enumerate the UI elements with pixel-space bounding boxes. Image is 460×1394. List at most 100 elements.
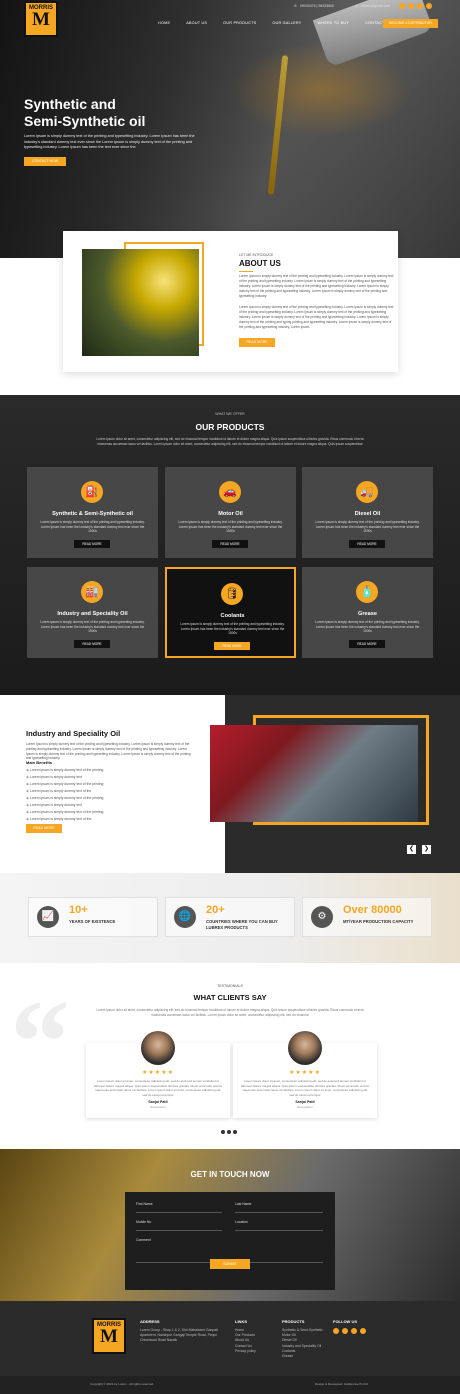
car-icon: 🚗: [219, 481, 241, 503]
testimonial-text: Lorem ipsum dolor sit amet, consectetur …: [241, 1079, 369, 1097]
nav-about-us[interactable]: ABOUT US: [186, 21, 207, 29]
truck-icon: 🚚: [356, 481, 378, 503]
slider-next-arrow-icon[interactable]: ❯: [422, 845, 431, 854]
benefit-item: Lorem ipsum is simply dummy text of the …: [26, 809, 196, 816]
mobile-field[interactable]: [136, 1230, 222, 1231]
products-title: PRODUCTS: [282, 1319, 305, 1324]
stat-label: MT/YEAR PRODUCTION CAPACITY: [343, 919, 414, 924]
contact-form: First Name Last Name Mobile No Location …: [125, 1192, 335, 1290]
products-kicker: WHAT WE OFFER: [215, 412, 245, 416]
product-card-industry-oil[interactable]: 🏭 Industry and Speciality Oil Lorem ipsu…: [27, 567, 158, 658]
twitter-icon[interactable]: [408, 3, 414, 9]
stat-years: 📈 10+ YEARS OF EXISTENCE: [28, 897, 158, 937]
facebook-icon[interactable]: [333, 1328, 339, 1334]
email-icon: ✉: [355, 4, 358, 8]
youtube-icon[interactable]: [426, 3, 432, 9]
nav-where-to-buy[interactable]: WHERE TO BUY: [318, 21, 350, 29]
contact-now-button[interactable]: CONTACT NOW: [24, 157, 66, 166]
last-name-label: Last Name: [235, 1202, 252, 1206]
product-read-more-button[interactable]: READ MORE: [214, 642, 250, 650]
product-card-motor-oil[interactable]: 🚗 Motor Oil Lorem ipsum is simply dummy …: [165, 467, 296, 558]
product-title: Industry and Speciality Oil: [57, 611, 128, 617]
oil-can-icon: ⛽: [81, 481, 103, 503]
nav-our-products[interactable]: OUR PRODUCTS: [223, 21, 256, 29]
hero-title: Synthetic and Semi-Synthetic oil: [24, 96, 146, 129]
footer-link[interactable]: Privacy policy: [235, 1349, 256, 1354]
product-read-more-button[interactable]: READ MORE: [74, 640, 110, 648]
footer-logo[interactable]: MORRIS M: [92, 1318, 126, 1354]
credit-text[interactable]: Design & Developed: Goldenrise Pvt ltd: [315, 1382, 368, 1386]
testimonials-title: WHAT CLIENTS SAY: [193, 993, 267, 1002]
benefit-item: Lorem ipsum is simply dummy text of the …: [26, 781, 196, 788]
testimonial-name: Sanjai Patil: [295, 1100, 315, 1104]
title-underline: [239, 271, 253, 272]
about-paragraph-2: Lorem Ipsum is simply dummy text of the …: [239, 305, 394, 329]
product-read-more-button[interactable]: READ MORE: [212, 540, 248, 548]
footer-product-link[interactable]: Grease: [282, 1354, 323, 1359]
growth-person-icon: 📈: [37, 906, 59, 928]
testimonials-section: “ TESTIMONIALS WHAT CLIENTS SAY Lorem ip…: [0, 963, 460, 1149]
about-oil-image: [82, 249, 199, 356]
hero-section: MORRIS M ✆ 09033475 | 98333600 ✉ morris@…: [0, 0, 460, 258]
instagram-icon[interactable]: [417, 3, 423, 9]
first-name-field[interactable]: [136, 1212, 222, 1213]
carousel-dot[interactable]: [221, 1130, 225, 1134]
top-navigation-bar: MORRIS M ✆ 09033475 | 98333600 ✉ morris@…: [0, 0, 460, 37]
twitter-icon[interactable]: [342, 1328, 348, 1334]
benefit-item: Lorem ipsum is simply dummy text of the …: [26, 767, 196, 774]
avatar: [288, 1031, 322, 1065]
speciality-oil-image: [210, 725, 418, 822]
benefits-list: Lorem ipsum is simply dummy text of the …: [26, 767, 196, 823]
benefit-item: Lorem ipsum is simply dummy text: [26, 774, 196, 781]
rating-stars-icon: ★★★★★: [142, 1070, 174, 1076]
address-text: Lorem Group - Shop 1 & 2, Shri Mahalaxmi…: [140, 1328, 218, 1343]
location-field[interactable]: [235, 1230, 323, 1231]
location-label: Location: [235, 1220, 248, 1224]
testimonials-kicker: TESTIMONIALS: [217, 984, 243, 988]
benefits-title: Main Benefits: [26, 760, 53, 765]
stat-label: YEARS OF EXISTENCE: [69, 919, 116, 924]
carousel-dot-active[interactable]: [233, 1130, 237, 1134]
product-read-more-button[interactable]: READ MORE: [349, 540, 385, 548]
product-card-diesel-oil[interactable]: 🚚 Diesel Oil Lorem ipsum is simply dummy…: [302, 467, 433, 558]
logo[interactable]: MORRIS M: [24, 1, 58, 37]
email-address: morris@gmail.com: [361, 4, 391, 8]
links-title: LINKS: [235, 1319, 247, 1324]
slider-prev-arrow-icon[interactable]: ❮: [407, 845, 416, 854]
products-intro: Lorem ipsum dolor sit amet, consectetur …: [96, 437, 364, 446]
speciality-read-more-button[interactable]: READ MORE: [26, 824, 62, 833]
bottle-icon: 🧴: [356, 581, 378, 603]
product-card-coolants[interactable]: 🛢 Coolants Lorem ipsum is simply dummy t…: [165, 567, 296, 658]
testimonial-name: Sanjai Patil: [148, 1100, 168, 1104]
product-read-more-button[interactable]: READ MORE: [74, 540, 110, 548]
rating-stars-icon: ★★★★★: [289, 1070, 321, 1076]
speciality-text: Lorem Ipsum is simply dummy text of the …: [26, 742, 191, 761]
product-title: Synthetic & Semi-Synthetic oil: [52, 511, 133, 517]
last-name-field[interactable]: [235, 1212, 323, 1213]
product-read-more-button[interactable]: READ MORE: [349, 640, 385, 648]
stat-label: COUNTRIES WHERE YOU CAN BUY LUBREX PRODU…: [206, 919, 278, 930]
become-distributor-button[interactable]: BECOME A DISTRIBUTOR: [383, 19, 438, 28]
testimonials-intro: Lorem ipsum dolor sit amet, consectetur …: [96, 1008, 364, 1017]
footer-products: Synthetic & Semi-Synthetic Motor Oil Die…: [282, 1328, 323, 1359]
about-read-more-button[interactable]: READ MORE: [239, 338, 275, 347]
carousel-dot[interactable]: [227, 1130, 231, 1134]
stat-number: 10+: [69, 904, 88, 916]
product-title: Grease: [358, 611, 377, 617]
product-card-grease[interactable]: 🧴 Grease Lorem ipsum is simply dummy tex…: [302, 567, 433, 658]
submit-button[interactable]: SUBMIT: [210, 1259, 250, 1269]
instagram-icon[interactable]: [351, 1328, 357, 1334]
product-title: Diesel Oil: [354, 511, 381, 517]
youtube-icon[interactable]: [360, 1328, 366, 1334]
product-desc: Lorem ipsum is simply dummy text of the …: [315, 620, 420, 634]
testimonial-role: Designation: [150, 1105, 166, 1109]
nav-our-gallery[interactable]: OUR GALLERY: [272, 21, 301, 29]
comment-label: Comment: [136, 1238, 151, 1242]
speciality-section: Industry and Speciality Oil Lorem Ipsum …: [0, 695, 460, 873]
facebook-icon[interactable]: [399, 3, 405, 9]
nav-home[interactable]: HOME: [158, 21, 170, 29]
products-section: WHAT WE OFFER OUR PRODUCTS Lorem ipsum d…: [0, 395, 460, 695]
product-desc: Lorem ipsum is simply dummy text of the …: [178, 520, 283, 534]
address-title: ADDRESS: [140, 1319, 160, 1324]
product-card-synthetic[interactable]: ⛽ Synthetic & Semi-Synthetic oil Lorem i…: [27, 467, 158, 558]
